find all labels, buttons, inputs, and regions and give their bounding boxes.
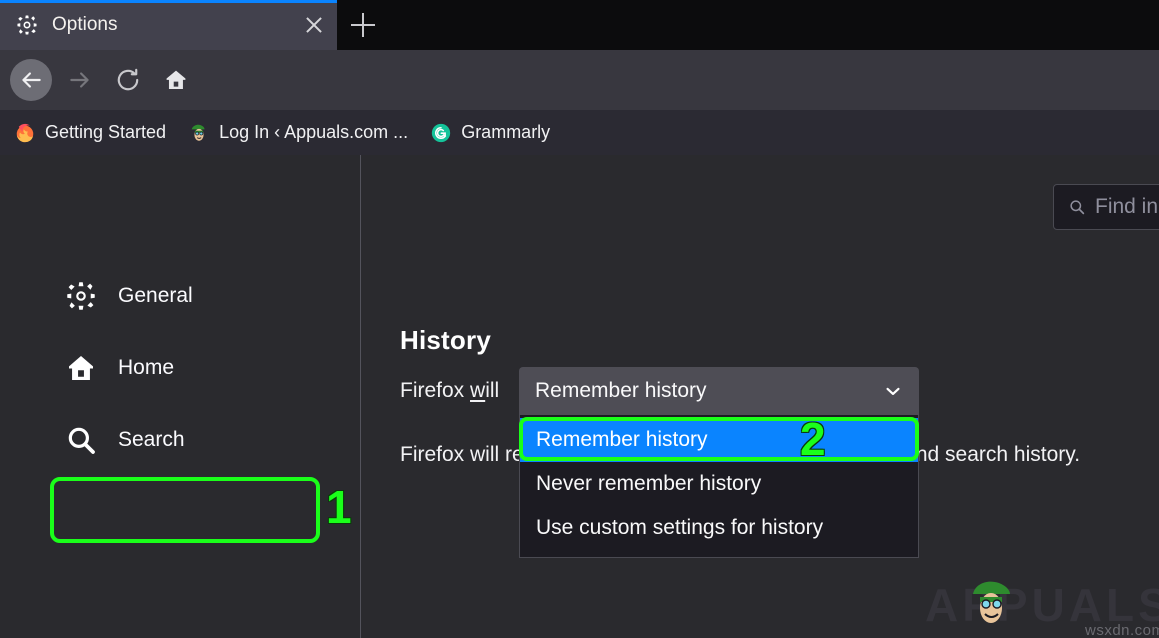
field-label-accesskey: w <box>470 379 485 402</box>
sidebar-divider <box>360 155 361 638</box>
sidebar-item-label: Home <box>118 356 174 380</box>
sidebar-item-label: General <box>118 284 193 308</box>
preferences-sidebar: General Home Search <box>0 155 360 638</box>
sidebar-item-label: Search <box>118 428 185 452</box>
search-icon <box>64 423 98 457</box>
appuals-icon <box>188 122 210 144</box>
tab-strip: Options <box>0 0 1159 50</box>
arrow-left-icon <box>18 67 44 93</box>
dropdown-option-label: Remember history <box>536 428 708 452</box>
search-icon <box>1068 198 1086 216</box>
history-mode-selected-value: Remember history <box>535 379 883 403</box>
dropdown-option-use-custom-settings[interactable]: Use custom settings for history <box>520 506 918 550</box>
tab-title: Options <box>52 14 301 36</box>
sidebar-item-home[interactable]: Home <box>50 343 320 393</box>
dropdown-option-label: Use custom settings for history <box>536 516 823 540</box>
field-label-pre: Firefox <box>400 379 470 402</box>
gear-icon <box>64 279 98 313</box>
field-label-firefox-will: Firefox will <box>400 379 499 403</box>
bookmark-label: Grammarly <box>461 122 550 143</box>
back-button[interactable] <box>10 59 52 101</box>
bookmark-label: Getting Started <box>45 122 166 143</box>
search-placeholder: Find in <box>1095 195 1158 219</box>
firefox-icon <box>14 122 36 144</box>
arrow-right-icon <box>67 67 93 93</box>
home-icon <box>163 67 189 93</box>
dropdown-option-remember-history[interactable]: Remember history <box>520 418 918 462</box>
chevron-down-icon <box>883 381 903 401</box>
bookmark-getting-started[interactable]: Getting Started <box>14 122 166 144</box>
bookmark-grammarly[interactable]: Grammarly <box>430 122 550 144</box>
forward-button[interactable] <box>60 60 100 100</box>
search-input[interactable]: Find in <box>1053 184 1159 230</box>
bookmarks-bar: Getting Started Log In ‹ Appuals.com ...… <box>0 110 1159 155</box>
gear-icon <box>16 14 38 36</box>
navigation-toolbar: Firefox about:preferences#privacy <box>0 50 1159 110</box>
dropdown-option-never-remember-history[interactable]: Never remember history <box>520 462 918 506</box>
reload-button[interactable] <box>108 60 148 100</box>
close-icon[interactable] <box>301 12 327 38</box>
bookmark-label: Log In ‹ Appuals.com ... <box>219 122 408 143</box>
grammarly-icon <box>430 122 452 144</box>
page-title: History <box>400 325 491 356</box>
browser-window: Options <box>0 0 1159 638</box>
home-button[interactable] <box>156 60 196 100</box>
sidebar-item-general[interactable]: General <box>50 271 320 321</box>
history-mode-select[interactable]: Remember history <box>519 367 919 415</box>
history-mode-dropdown: Remember history Never remember history … <box>519 415 919 558</box>
field-label-post: ill <box>485 379 499 402</box>
home-icon <box>64 351 98 385</box>
bookmark-appuals-login[interactable]: Log In ‹ Appuals.com ... <box>188 122 408 144</box>
reload-icon <box>115 67 141 93</box>
tab-options[interactable]: Options <box>0 0 337 50</box>
sidebar-item-search[interactable]: Search <box>50 415 320 465</box>
new-tab-button[interactable] <box>340 4 386 46</box>
dropdown-option-label: Never remember history <box>536 472 761 496</box>
tab-active-indicator <box>0 0 337 3</box>
